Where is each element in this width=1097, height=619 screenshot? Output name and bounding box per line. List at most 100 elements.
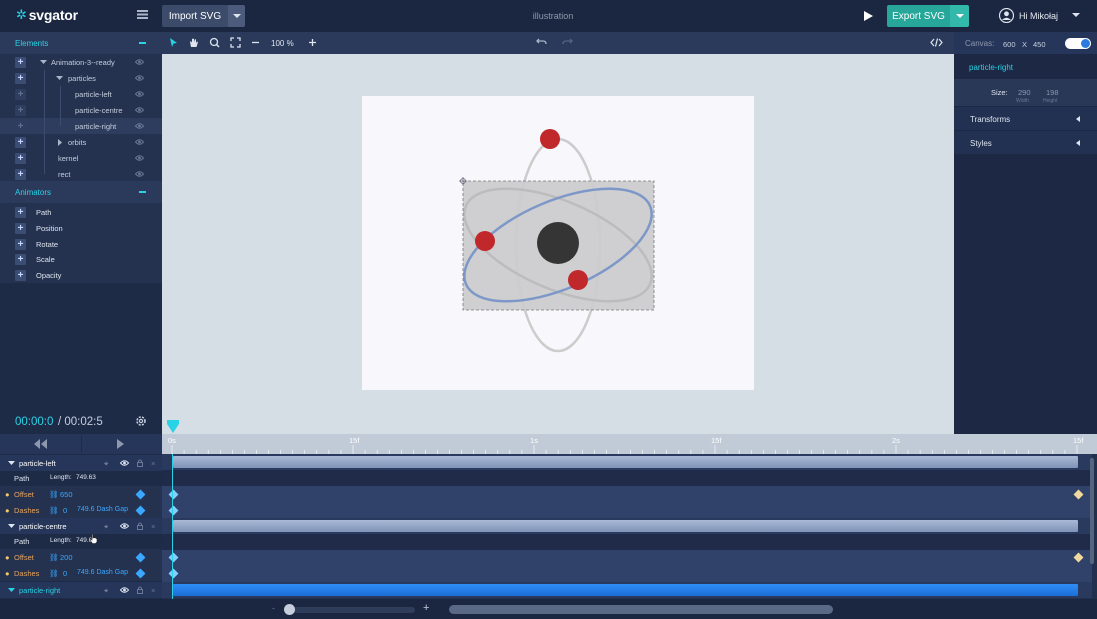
animators-header[interactable]: Animators: [0, 181, 162, 203]
add-animator-icon[interactable]: +: [15, 169, 26, 180]
export-dropdown-button[interactable]: [950, 5, 969, 27]
timeline-property-dashes[interactable]: ● Dashes ⛓ 0 749.6 Dash Gap: [0, 565, 162, 581]
particle-top[interactable]: [540, 129, 560, 149]
close-icon[interactable]: ×: [151, 459, 155, 468]
lock-icon[interactable]: [137, 459, 143, 467]
link-icon[interactable]: ⛓: [49, 506, 59, 515]
add-animator-icon[interactable]: +: [15, 153, 26, 164]
size-width-value[interactable]: 290: [1018, 88, 1031, 97]
timeline-zoom-handle[interactable]: [284, 604, 295, 615]
tree-item-kernel[interactable]: + kernel: [0, 150, 162, 166]
caret-down-icon[interactable]: [8, 524, 15, 528]
target-icon[interactable]: ⌖: [104, 522, 108, 532]
eye-icon[interactable]: [120, 522, 129, 530]
bulb-icon[interactable]: ●: [5, 553, 10, 562]
zoom-out-icon[interactable]: [250, 37, 261, 48]
animator-position[interactable]: + Position: [0, 220, 162, 236]
timeline-layer-particle-centre[interactable]: particle-centre ⌖ ×: [0, 518, 162, 534]
timeline-ruler[interactable]: [162, 434, 1097, 454]
bulb-icon[interactable]: ●: [5, 490, 10, 499]
play-icon[interactable]: [862, 10, 874, 22]
particle-left[interactable]: [475, 231, 495, 251]
undo-icon[interactable]: [536, 36, 547, 47]
eye-icon[interactable]: [120, 586, 129, 594]
styles-section[interactable]: Styles: [954, 130, 1097, 154]
fit-screen-icon[interactable]: [230, 37, 241, 48]
timeline-zoom-out-icon[interactable]: -: [272, 603, 275, 613]
animator-scale[interactable]: + Scale: [0, 251, 162, 267]
element-track-bar[interactable]: [173, 456, 1078, 468]
link-icon[interactable]: ⛓: [49, 553, 59, 562]
playhead-handle-icon[interactable]: [167, 420, 179, 434]
menu-icon[interactable]: [137, 10, 148, 19]
eye-icon[interactable]: [135, 154, 144, 162]
user-menu-chevron-icon[interactable]: [1072, 13, 1080, 18]
keyframe-toggle[interactable]: [135, 568, 146, 579]
add-icon[interactable]: +: [15, 207, 26, 218]
canvas-height[interactable]: 450: [1033, 40, 1046, 49]
offset-value[interactable]: 650: [60, 490, 73, 499]
caret-down-icon[interactable]: [40, 60, 47, 64]
keyframe-toggle[interactable]: [135, 552, 146, 563]
tree-item-animation-3-ready[interactable]: + Animation-3--ready: [0, 54, 162, 70]
timeline-zoom-in-icon[interactable]: +: [423, 602, 429, 614]
caret-down-icon[interactable]: [8, 588, 15, 592]
lock-icon[interactable]: [137, 586, 143, 594]
zoom-level[interactable]: 100 %: [271, 39, 294, 48]
user-name[interactable]: Hi Mikołaj: [1019, 11, 1058, 21]
animator-opacity[interactable]: + Opacity: [0, 267, 162, 283]
lock-icon[interactable]: [137, 522, 143, 530]
caret-right-icon[interactable]: [58, 139, 62, 146]
bulb-icon[interactable]: ●: [5, 506, 10, 515]
add-animator-icon[interactable]: +: [15, 121, 26, 132]
eye-icon[interactable]: [135, 106, 144, 114]
eye-icon[interactable]: [135, 170, 144, 178]
add-icon[interactable]: +: [15, 223, 26, 234]
dash-zero[interactable]: 0: [63, 569, 67, 578]
import-svg-button[interactable]: Import SVG: [162, 5, 228, 27]
canvas-toggle[interactable]: [1065, 38, 1091, 49]
rewind-icon[interactable]: [34, 439, 47, 449]
tree-item-orbits[interactable]: + orbits: [0, 134, 162, 150]
close-icon[interactable]: ×: [151, 522, 155, 531]
artboard[interactable]: [362, 96, 754, 390]
tree-item-rect[interactable]: + rect: [0, 166, 162, 182]
hand-tool-icon[interactable]: [188, 37, 199, 48]
elements-header[interactable]: Elements: [0, 32, 162, 54]
link-icon[interactable]: ⛓: [49, 569, 59, 578]
close-icon[interactable]: ×: [151, 586, 155, 595]
dash-zero[interactable]: 0: [63, 506, 67, 515]
add-animator-icon[interactable]: +: [15, 137, 26, 148]
transforms-section[interactable]: Transforms: [954, 106, 1097, 130]
eye-icon[interactable]: [135, 58, 144, 66]
eye-icon[interactable]: [135, 74, 144, 82]
timeline-property-dashes[interactable]: ● Dashes ⛓ 0 749.6 Dash Gap: [0, 502, 162, 518]
step-forward-icon[interactable]: [117, 439, 124, 449]
link-icon[interactable]: ⛓: [49, 490, 59, 499]
eye-icon[interactable]: [135, 122, 144, 130]
timeline-zoom-slider[interactable]: [286, 607, 415, 613]
timeline-property-offset[interactable]: ● Offset ⛓ 200: [0, 549, 162, 565]
add-animator-icon[interactable]: +: [15, 57, 26, 68]
animator-path[interactable]: + Path: [0, 204, 162, 220]
tree-item-particle-right[interactable]: + particle-right: [0, 118, 162, 134]
keyframe-toggle[interactable]: [135, 489, 146, 500]
dash-value[interactable]: 749.6 Dash Gap: [77, 569, 128, 576]
add-animator-icon[interactable]: +: [15, 73, 26, 84]
zoom-in-icon[interactable]: [307, 37, 318, 48]
caret-down-icon[interactable]: [56, 76, 63, 80]
keyframe-toggle[interactable]: [135, 505, 146, 516]
element-track-bar[interactable]: [173, 520, 1078, 532]
element-track-bar-selected[interactable]: [173, 584, 1078, 596]
timeline-property-path[interactable]: Path Length: 749.6: [0, 533, 162, 549]
playhead-line[interactable]: [172, 454, 173, 599]
animator-rotate[interactable]: + Rotate: [0, 236, 162, 252]
add-animator-icon[interactable]: +: [15, 105, 26, 116]
code-view-icon[interactable]: [930, 37, 943, 48]
gear-icon[interactable]: [135, 415, 147, 427]
caret-down-icon[interactable]: [8, 461, 15, 465]
timeline-layer-particle-left[interactable]: particle-left ⌖ ×: [0, 455, 162, 471]
add-icon[interactable]: +: [15, 270, 26, 281]
redo-icon[interactable]: [562, 36, 573, 47]
timeline-property-path[interactable]: Path Length: 749.63: [0, 470, 162, 486]
